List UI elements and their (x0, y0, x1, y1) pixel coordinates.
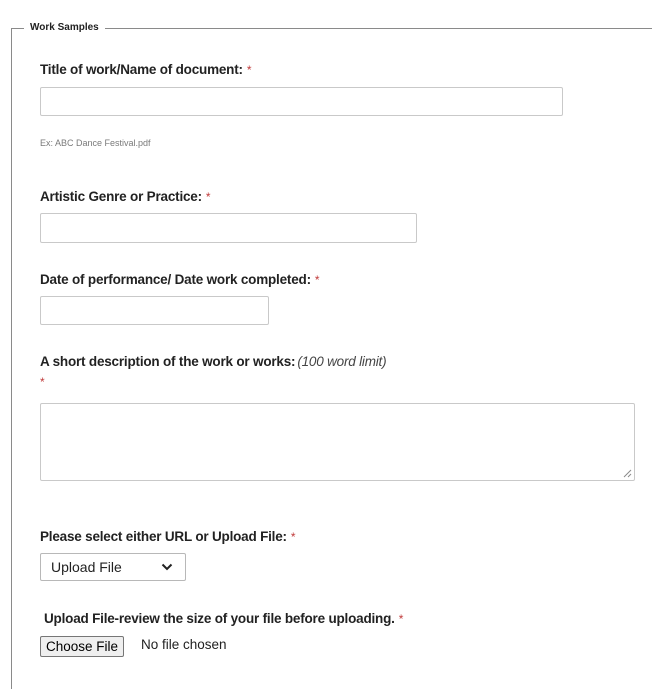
date-input[interactable] (40, 296, 269, 325)
resize-grip-icon[interactable] (623, 469, 632, 478)
genre-label: Artistic Genre or Practice: * (40, 189, 211, 204)
genre-input[interactable] (40, 213, 417, 243)
description-label: A short description of the work or works… (40, 354, 387, 369)
required-mark: * (40, 375, 45, 389)
required-mark: * (398, 612, 404, 626)
description-textarea[interactable] (40, 403, 635, 481)
upload-label: Upload File-review the size of your file… (44, 611, 403, 626)
source-label-text: Please select either URL or Upload File: (40, 529, 287, 544)
date-label-text: Date of performance/ Date work completed… (40, 272, 311, 287)
required-mark: * (290, 530, 296, 544)
title-label-text: Title of work/Name of document: (40, 62, 243, 77)
required-mark: * (314, 273, 320, 287)
source-select-value: Upload File (51, 559, 122, 575)
title-input[interactable] (40, 87, 563, 116)
chevron-down-icon (161, 563, 173, 571)
required-mark: * (246, 63, 252, 77)
title-label: Title of work/Name of document: * (40, 62, 252, 77)
date-label: Date of performance/ Date work completed… (40, 272, 320, 287)
genre-label-text: Artistic Genre or Practice: (40, 189, 202, 204)
source-label: Please select either URL or Upload File:… (40, 529, 296, 544)
upload-label-text: Upload File-review the size of your file… (44, 611, 395, 626)
word-limit-hint: (100 word limit) (297, 354, 387, 369)
required-mark: * (205, 190, 211, 204)
description-label-text: A short description of the work or works… (40, 354, 296, 369)
choose-file-button[interactable]: Choose File (40, 636, 125, 657)
title-helper-text: Ex: ABC Dance Festival.pdf (40, 138, 151, 148)
source-select[interactable]: Upload File (40, 553, 186, 581)
fieldset-legend: Work Samples (24, 20, 105, 36)
file-status-text: No file chosen (141, 637, 227, 652)
